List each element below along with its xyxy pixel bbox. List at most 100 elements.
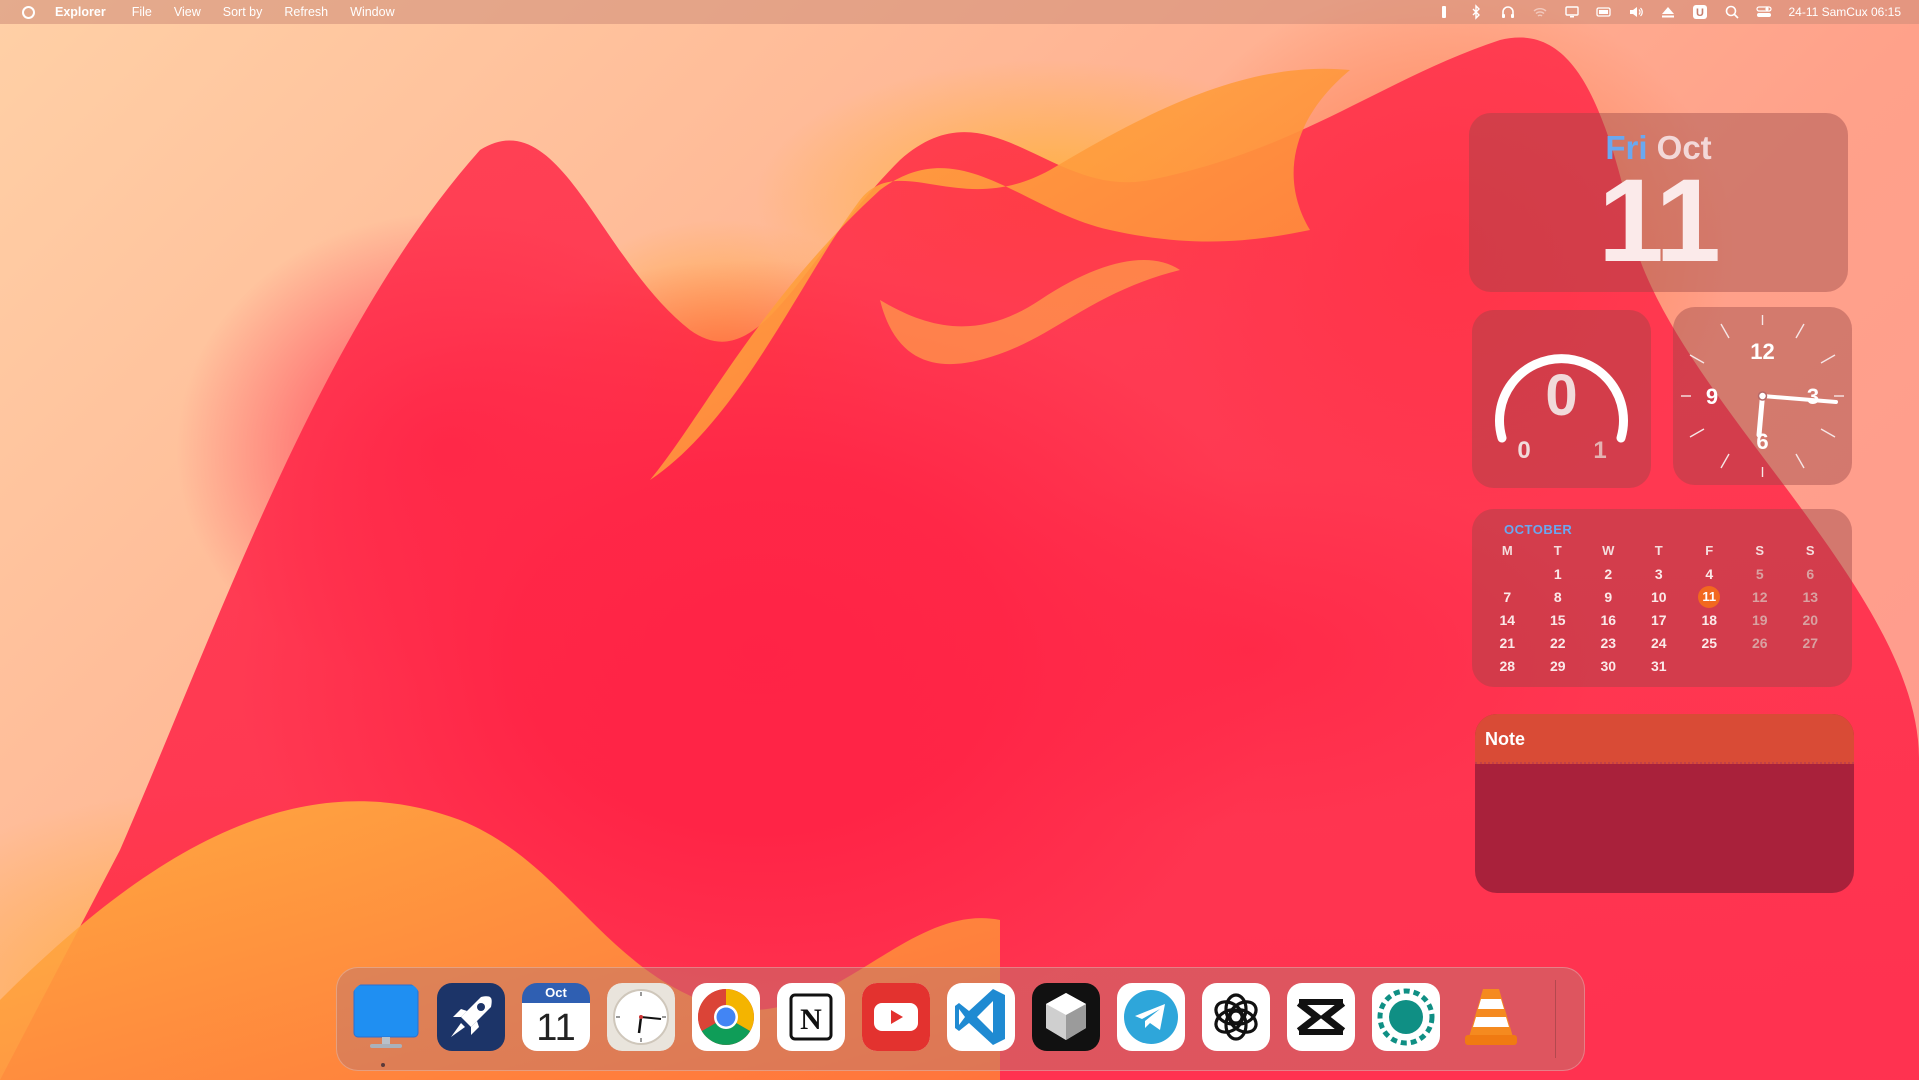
volume-icon[interactable]: [1628, 4, 1644, 20]
calendar-day[interactable]: 30: [1583, 658, 1634, 674]
calendar-day[interactable]: 26: [1735, 635, 1786, 651]
gauge-dial: 0 0 1: [1495, 354, 1628, 464]
analog-clock-widget[interactable]: 12 3 6 9: [1673, 307, 1852, 485]
calendar-day[interactable]: 23: [1583, 635, 1634, 651]
date-widget[interactable]: Fri Oct 11: [1469, 113, 1848, 292]
dock-item-capcut[interactable]: [1287, 983, 1355, 1051]
calendar-day-number: 12: [1751, 588, 1768, 605]
dock-item-cube-app[interactable]: [1032, 983, 1100, 1051]
calendar-day-number: 9: [1604, 588, 1613, 605]
calendar-weekday-header: S: [1805, 543, 1815, 558]
calendar-day[interactable]: 20: [1785, 612, 1836, 628]
calendar-widget[interactable]: OCTOBER M T W T F S S 1 2 3 4 5 6 7 8 9 10 11 12 13 14 15 16 17…: [1472, 509, 1852, 687]
display-icon[interactable]: [1564, 4, 1580, 20]
dock-item-settings[interactable]: [1372, 983, 1440, 1051]
calendar-day-number: 19: [1751, 611, 1768, 628]
calendar-day[interactable]: 9: [1583, 589, 1634, 605]
calendar-today[interactable]: 11: [1684, 585, 1735, 608]
calendar-day[interactable]: 28: [1482, 658, 1533, 674]
dock-item-desktop[interactable]: [352, 983, 420, 1051]
control-center-icon[interactable]: [1756, 4, 1773, 20]
calendar-weekday-header: M: [1501, 543, 1513, 558]
settings-ring-icon: [1377, 988, 1435, 1046]
calendar-day[interactable]: 5: [1735, 566, 1786, 582]
calendar-day[interactable]: 12: [1735, 589, 1786, 605]
calendar-day-number: 11: [1698, 585, 1721, 608]
calendar-day-number: 30: [1600, 657, 1617, 674]
note-widget[interactable]: Note: [1475, 714, 1854, 893]
calendar-day-number: 18: [1701, 611, 1718, 628]
menubar-datetime[interactable]: 24-11 SamCux 06:15: [1788, 5, 1901, 19]
calendar-week-row: 1 2 3 4 5 6: [1482, 562, 1842, 585]
calendar-day[interactable]: 2: [1583, 566, 1634, 582]
calendar-day[interactable]: 13: [1785, 589, 1836, 605]
system-logo-icon[interactable]: [22, 5, 35, 19]
user-badge-icon[interactable]: U: [1692, 4, 1708, 20]
calendar-day[interactable]: 6: [1785, 566, 1836, 582]
calendar-day[interactable]: 18: [1684, 612, 1735, 628]
dock-item-calendar[interactable]: Oct 11: [522, 983, 590, 1051]
calendar-grid: M T W T F S S 1 2 3 4 5 6 7 8 9 10 11 12 13 14 15 16 17 18 19 20 21…: [1482, 539, 1842, 677]
menu-file[interactable]: File: [132, 5, 152, 19]
menu-refresh[interactable]: Refresh: [284, 5, 328, 19]
calendar-weekday-header: S: [1755, 543, 1765, 558]
gauge-widget[interactable]: 0 0 1: [1472, 310, 1651, 488]
bluetooth-icon[interactable]: [1468, 4, 1484, 20]
calendar-day[interactable]: 24: [1634, 635, 1685, 651]
calendar-week-row: 7 8 9 10 11 12 13: [1482, 585, 1842, 608]
eject-icon[interactable]: [1660, 4, 1676, 20]
calendar-day-number: 27: [1802, 634, 1819, 651]
battery-icon[interactable]: [1436, 4, 1452, 20]
dock-item-youtube[interactable]: [862, 983, 930, 1051]
calendar-day-number: 15: [1549, 611, 1566, 628]
headphones-icon[interactable]: [1500, 4, 1516, 20]
dock-item-launchpad[interactable]: [437, 983, 505, 1051]
dock-item-chatgpt[interactable]: [1202, 983, 1270, 1051]
clock-app-icon: [607, 983, 675, 1051]
menu-window[interactable]: Window: [350, 5, 394, 19]
note-body[interactable]: [1475, 764, 1854, 893]
active-app-name[interactable]: Explorer: [55, 5, 106, 19]
calendar-day[interactable]: 21: [1482, 635, 1533, 651]
dock-item-chrome[interactable]: [692, 983, 760, 1051]
calendar-day[interactable]: 29: [1533, 658, 1584, 674]
calendar-day-number: 6: [1806, 565, 1815, 582]
calendar-day[interactable]: 25: [1684, 635, 1735, 651]
calendar-day[interactable]: 22: [1533, 635, 1584, 651]
battery-status-icon[interactable]: [1596, 4, 1612, 20]
calendar-day-number: 23: [1600, 634, 1617, 651]
calendar-week-row: 28 29 30 31: [1482, 654, 1842, 677]
calendar-day[interactable]: 27: [1785, 635, 1836, 651]
calendar-day[interactable]: 19: [1735, 612, 1786, 628]
calendar-day-number: 7: [1503, 588, 1512, 605]
calendar-day[interactable]: 10: [1634, 589, 1685, 605]
calendar-day[interactable]: 31: [1634, 658, 1685, 674]
calendar-week-row: 21 22 23 24 25 26 27: [1482, 631, 1842, 654]
calendar-day[interactable]: 17: [1634, 612, 1685, 628]
calendar-day[interactable]: 7: [1482, 589, 1533, 605]
calendar-day[interactable]: 3: [1634, 566, 1685, 582]
calendar-weekday-header: T: [1553, 543, 1562, 558]
clock-center: [1757, 391, 1768, 401]
calendar-day-number: 28: [1499, 657, 1516, 674]
calendar-day[interactable]: 1: [1533, 566, 1584, 582]
dock-item-clock[interactable]: [607, 983, 675, 1051]
dock-item-notion[interactable]: N: [777, 983, 845, 1051]
calendar-day[interactable]: 14: [1482, 612, 1533, 628]
dock-item-vscode[interactable]: [947, 983, 1015, 1051]
running-indicator: [381, 1063, 385, 1067]
calendar-weekday-header: T: [1654, 543, 1663, 558]
calendar-day-number: 26: [1751, 634, 1768, 651]
dock-item-vlc[interactable]: [1457, 983, 1525, 1051]
menu-sort-by[interactable]: Sort by: [223, 5, 263, 19]
search-icon[interactable]: [1724, 4, 1740, 20]
menu-view[interactable]: View: [174, 5, 201, 19]
launchpad-rocket-icon: [451, 996, 492, 1037]
calendar-day[interactable]: 8: [1533, 589, 1584, 605]
dock-item-telegram[interactable]: [1117, 983, 1185, 1051]
wifi-icon[interactable]: [1532, 4, 1548, 20]
calendar-day[interactable]: 15: [1533, 612, 1584, 628]
calendar-day[interactable]: 4: [1684, 566, 1735, 582]
calendar-day-number: 25: [1701, 634, 1718, 651]
calendar-day[interactable]: 16: [1583, 612, 1634, 628]
